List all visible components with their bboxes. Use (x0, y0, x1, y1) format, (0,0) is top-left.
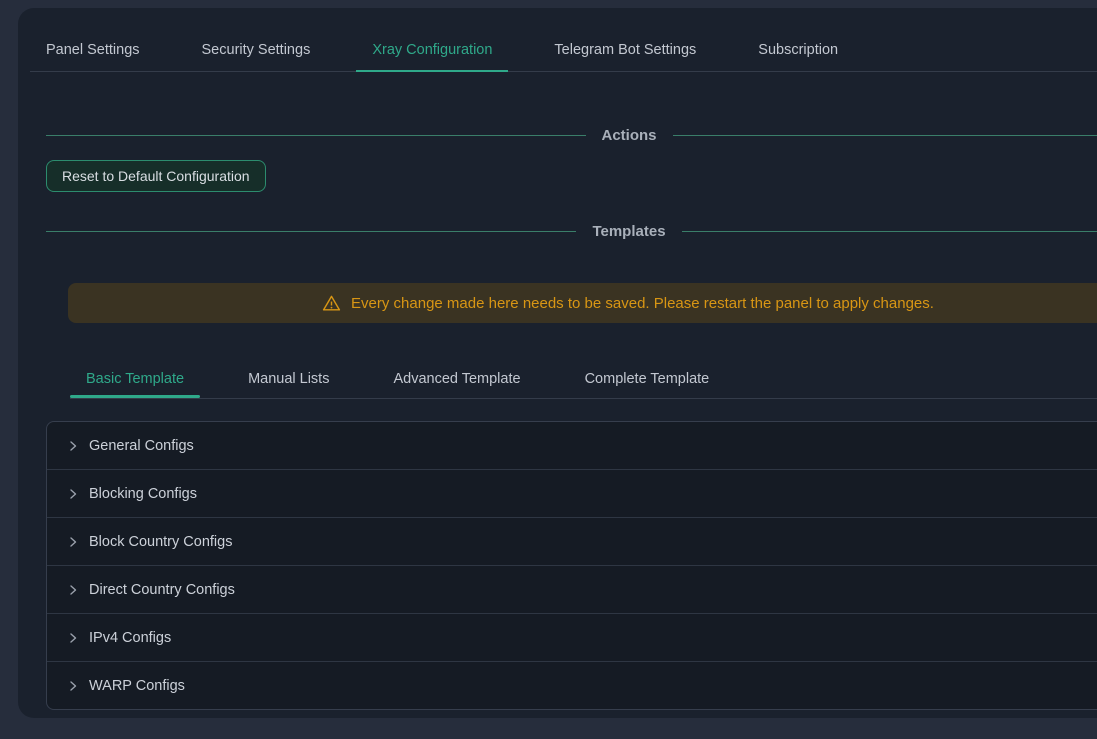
divider-line (673, 135, 1097, 136)
chevron-right-icon (67, 536, 79, 548)
warning-triangle-icon (322, 294, 341, 313)
warning-banner: Every change made here needs to be saved… (68, 283, 1097, 323)
collapse-item-label: Direct Country Configs (89, 582, 235, 598)
collapse-item-label: IPv4 Configs (89, 630, 171, 646)
chevron-right-icon (67, 440, 79, 452)
collapse-item-block-country-configs[interactable]: Block Country Configs (47, 518, 1097, 566)
tab-security-settings[interactable]: Security Settings (186, 42, 327, 71)
divider-line (46, 135, 586, 136)
collapse-item-ipv4-configs[interactable]: IPv4 Configs (47, 614, 1097, 662)
divider-line (46, 231, 576, 232)
tab-advanced-template[interactable]: Advanced Template (377, 371, 536, 387)
templates-section-title: Templates (592, 223, 665, 240)
chevron-right-icon (67, 584, 79, 596)
tab-panel-settings[interactable]: Panel Settings (30, 42, 156, 71)
collapse-item-blocking-configs[interactable]: Blocking Configs (47, 470, 1097, 518)
chevron-right-icon (67, 488, 79, 500)
warning-banner-text: Every change made here needs to be saved… (351, 295, 934, 312)
collapse-item-label: WARP Configs (89, 678, 185, 694)
settings-card: Panel Settings Security Settings Xray Co… (18, 8, 1097, 718)
actions-section-title: Actions (602, 127, 657, 144)
page: { "main_tabs": { "items": [ { "label": "… (0, 0, 1097, 739)
chevron-right-icon (67, 680, 79, 692)
collapse-item-label: Block Country Configs (89, 534, 232, 550)
collapse-item-label: General Configs (89, 438, 194, 454)
collapse-item-warp-configs[interactable]: WARP Configs (47, 662, 1097, 709)
templates-divider: Templates (46, 223, 1097, 240)
tab-basic-template[interactable]: Basic Template (70, 371, 200, 387)
tab-subscription[interactable]: Subscription (742, 42, 854, 71)
collapse-item-direct-country-configs[interactable]: Direct Country Configs (47, 566, 1097, 614)
collapse-item-general-configs[interactable]: General Configs (47, 422, 1097, 470)
main-settings-tabs: Panel Settings Security Settings Xray Co… (30, 8, 1097, 72)
template-config-collapse: General Configs Blocking Configs Block C… (46, 421, 1097, 710)
tab-complete-template[interactable]: Complete Template (569, 371, 726, 387)
reset-to-default-button[interactable]: Reset to Default Configuration (46, 160, 266, 192)
tab-manual-lists[interactable]: Manual Lists (232, 371, 345, 387)
actions-divider: Actions (46, 127, 1097, 144)
tab-xray-configuration[interactable]: Xray Configuration (356, 42, 508, 71)
template-tabs: Basic Template Manual Lists Advanced Tem… (70, 360, 1097, 399)
chevron-right-icon (67, 632, 79, 644)
tab-telegram-bot-settings[interactable]: Telegram Bot Settings (538, 42, 712, 71)
divider-line (682, 231, 1097, 232)
collapse-item-label: Blocking Configs (89, 486, 197, 502)
